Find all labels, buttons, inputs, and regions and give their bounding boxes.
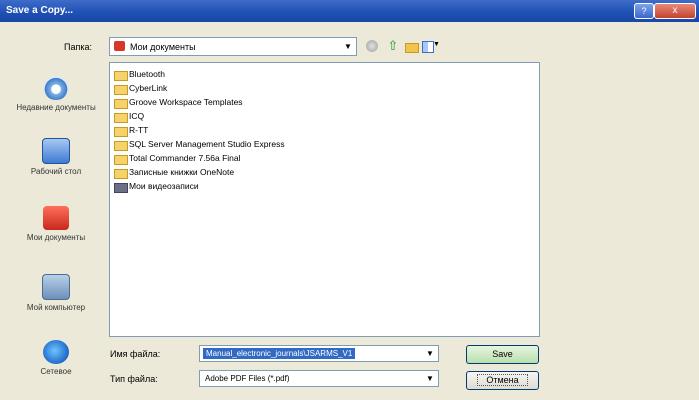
folder-icon: [114, 85, 128, 95]
place-network[interactable]: Сетевое: [10, 340, 102, 376]
my-documents-icon: [114, 41, 125, 51]
back-icon[interactable]: [366, 40, 378, 52]
place-my-computer[interactable]: Мой компьютер: [10, 274, 102, 312]
video-folder-icon: [114, 183, 128, 193]
folder-icon: [114, 127, 128, 137]
filetype-value: Adobe PDF Files (*.pdf): [205, 374, 290, 383]
folder-icon: [114, 141, 128, 151]
folder-icon: [114, 113, 128, 123]
views-dropdown-icon[interactable]: ▼: [433, 41, 440, 48]
up-folder-icon[interactable]: ⇧: [385, 38, 401, 54]
chevron-down-icon[interactable]: ▼: [422, 371, 438, 386]
dialog-title: Save a Copy...: [6, 5, 74, 16]
lookin-label: Папка:: [64, 42, 92, 52]
save-button[interactable]: Save: [466, 345, 539, 364]
place-desktop[interactable]: Рабочий стол: [10, 138, 102, 176]
network-icon: [43, 340, 69, 364]
close-button[interactable]: x: [654, 3, 696, 19]
place-label: Рабочий стол: [30, 167, 82, 176]
place-label: Мой компьютер: [26, 303, 86, 312]
filename-input[interactable]: Manual_electronic_journals\JSARMS_V1 ▼: [199, 345, 439, 362]
desktop-icon: [42, 138, 70, 164]
filename-value: Manual_electronic_journals\JSARMS_V1: [203, 348, 356, 359]
lookin-value: Мои документы: [130, 42, 196, 52]
folder-icon: [114, 169, 128, 179]
title-bar[interactable]: Save a Copy... ? x: [0, 0, 699, 22]
cancel-label: Отмена: [477, 374, 528, 386]
places-bar: Недавние документы Рабочий стол Мои доку…: [10, 62, 102, 390]
filetype-select[interactable]: Adobe PDF Files (*.pdf) ▼: [199, 370, 439, 387]
chevron-down-icon[interactable]: ▼: [340, 38, 356, 55]
place-label: Недавние документы: [16, 103, 96, 112]
folder-icon: [114, 155, 128, 165]
save-dialog: Save a Copy... ? x Папка: Мои документы …: [0, 0, 699, 400]
help-icon: ?: [641, 6, 647, 16]
my-computer-icon: [42, 274, 70, 300]
place-label: Сетевое: [40, 367, 72, 376]
lookin-dropdown[interactable]: Мои документы ▼: [109, 37, 357, 56]
place-recent-documents[interactable]: Недавние документы: [10, 76, 102, 112]
place-label: Мои документы: [26, 233, 86, 242]
close-icon: x: [672, 5, 678, 16]
filename-label: Имя файла:: [110, 349, 161, 359]
chevron-down-icon[interactable]: ▼: [422, 346, 438, 361]
file-list[interactable]: Bluetooth CyberLink Groove Workspace Tem…: [109, 62, 540, 337]
new-folder-icon[interactable]: [404, 38, 420, 54]
cancel-button[interactable]: Отмена: [466, 371, 539, 390]
folder-icon: [114, 71, 128, 81]
place-my-documents[interactable]: Мои документы: [10, 206, 102, 242]
filetype-label: Тип файла:: [110, 374, 158, 384]
folder-icon: [114, 99, 128, 109]
my-documents-icon: [43, 206, 69, 230]
recent-documents-icon: [43, 76, 69, 100]
help-button[interactable]: ?: [634, 3, 654, 19]
